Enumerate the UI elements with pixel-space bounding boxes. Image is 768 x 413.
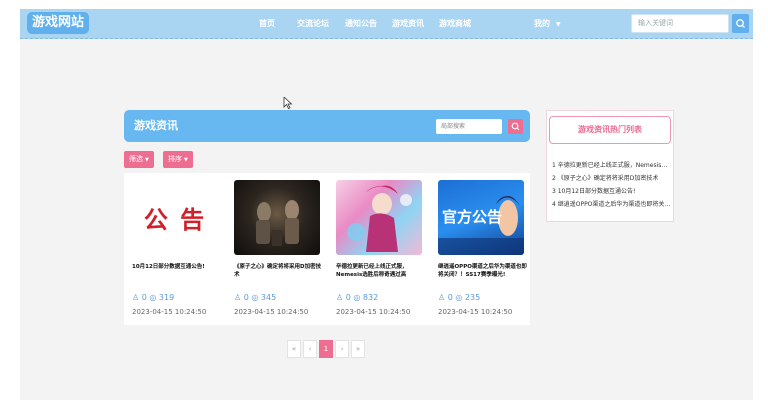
card-title[interactable]: 10月12日部分数据互通公告! bbox=[132, 263, 222, 271]
like-icon[interactable]: ♙ bbox=[438, 293, 445, 302]
search-button[interactable] bbox=[732, 14, 749, 33]
nav-mall[interactable]: 游戏商城 bbox=[439, 9, 471, 39]
like-count: 0 bbox=[243, 293, 249, 302]
news-panel-header: 游戏资讯 局部搜索 bbox=[124, 110, 530, 142]
chevron-down-icon: ▼ bbox=[184, 157, 188, 163]
news-card[interactable]: 辛德拉更新已经上线正式服，Nemesis选胜后称奇遇过高 ♙ 0 ◎ 832 2… bbox=[336, 180, 422, 320]
card-title[interactable]: 继逍遥OPPO渠道之后华为渠道也即将关闭？！SS17赛季曝光! bbox=[438, 263, 528, 279]
hot-list-item[interactable]: 1 辛德拉更新已经上线正式服，Nemesis选胜后称奇遇过高 bbox=[552, 159, 672, 172]
panel-title: 游戏资讯 bbox=[134, 119, 178, 132]
pagination: « ‹ 1 › » bbox=[287, 340, 365, 358]
local-search-input[interactable]: 局部搜索 bbox=[436, 119, 502, 134]
card-image[interactable]: 官方公告 bbox=[438, 180, 524, 255]
page-prev-button[interactable]: ‹ bbox=[303, 340, 317, 358]
view-count: 235 bbox=[464, 293, 481, 302]
search-input[interactable]: 输入关键词 bbox=[631, 14, 729, 33]
page-next-button[interactable]: › bbox=[335, 340, 349, 358]
page-first-button[interactable]: « bbox=[287, 340, 301, 358]
card-image[interactable] bbox=[336, 180, 422, 255]
card-stats: ♙ 0 ◎ 345 bbox=[234, 293, 276, 302]
nav-mine-label: 我的 bbox=[534, 19, 550, 28]
mouse-cursor-icon bbox=[283, 97, 293, 109]
page-number-button[interactable]: 1 bbox=[319, 340, 333, 358]
hot-news-panel: 游戏资讯热门列表 1 辛德拉更新已经上线正式服，Nemesis选胜后称奇遇过高 … bbox=[546, 110, 674, 222]
search-icon bbox=[511, 122, 520, 131]
hot-list: 1 辛德拉更新已经上线正式服，Nemesis选胜后称奇遇过高 2 《原子之心》确… bbox=[552, 159, 672, 211]
card-stats: ♙ 0 ◎ 235 bbox=[438, 293, 480, 302]
announcement-image-text: 公 告 bbox=[143, 205, 207, 234]
site-logo[interactable]: 游戏网站 bbox=[27, 12, 90, 34]
view-icon: ◎ bbox=[149, 293, 157, 302]
card-date: 2023-04-15 10:24:50 bbox=[336, 308, 411, 316]
news-card[interactable]: 《原子之心》确定将将采用D加密技术 ♙ 0 ◎ 345 2023-04-15 1… bbox=[234, 180, 321, 320]
view-count: 832 bbox=[362, 293, 379, 302]
view-count: 345 bbox=[260, 293, 277, 302]
like-icon[interactable]: ♙ bbox=[336, 293, 343, 302]
search-icon bbox=[736, 19, 745, 28]
news-card[interactable]: 公 告 10月12日部分数据互通公告! ♙ 0 ◎ 319 2023-04-15… bbox=[132, 180, 218, 320]
view-icon: ◎ bbox=[353, 293, 361, 302]
sort-label: 排序 bbox=[168, 155, 182, 163]
character-art-illustration bbox=[347, 185, 412, 252]
filter-label: 筛选 bbox=[129, 155, 143, 163]
chevron-down-icon: ▼ bbox=[556, 21, 561, 28]
nav-mine-dropdown[interactable]: 我的 ▼ bbox=[534, 9, 561, 39]
hot-list-item[interactable]: 2 《原子之心》确定将将采用D加密技术 bbox=[552, 172, 672, 185]
hot-list-item[interactable]: 3 10月12日部分数据互通公告! bbox=[552, 185, 672, 198]
hot-list-item[interactable]: 4 继逍遥OPPO渠道之后华为渠道也即将关闭？！SS17赛季曝光! bbox=[552, 198, 672, 211]
card-date: 2023-04-15 10:24:50 bbox=[132, 308, 207, 316]
card-title[interactable]: 辛德拉更新已经上线正式服，Nemesis选胜后称奇遇过高 bbox=[336, 263, 426, 279]
nav-home[interactable]: 首页 bbox=[259, 9, 275, 39]
news-card[interactable]: 官方公告 继逍遥OPPO渠道之后华为渠道也即将关闭？！SS17赛季曝光! ♙ 0… bbox=[438, 180, 527, 320]
like-icon[interactable]: ♙ bbox=[234, 293, 241, 302]
page-background: 游戏网站 首页 交流论坛 通知公告 游戏资讯 游戏商城 我的 ▼ 输入关键词 游戏… bbox=[20, 9, 753, 400]
page-last-button[interactable]: » bbox=[351, 340, 365, 358]
view-count: 319 bbox=[158, 293, 175, 302]
hot-list-title: 游戏资讯热门列表 bbox=[549, 116, 671, 144]
card-image[interactable]: 公 告 bbox=[132, 180, 218, 255]
nav-forum[interactable]: 交流论坛 bbox=[297, 9, 329, 39]
like-count: 0 bbox=[447, 293, 453, 302]
news-card-list: 公 告 10月12日部分数据互通公告! ♙ 0 ◎ 319 2023-04-15… bbox=[124, 173, 530, 325]
top-navbar: 游戏网站 首页 交流论坛 通知公告 游戏资讯 游戏商城 我的 ▼ 输入关键词 bbox=[20, 9, 753, 39]
local-search-button[interactable] bbox=[508, 119, 523, 134]
card-date: 2023-04-15 10:24:50 bbox=[438, 308, 513, 316]
view-icon: ◎ bbox=[455, 293, 463, 302]
filter-button[interactable]: 筛选 ▼ bbox=[124, 151, 154, 168]
chevron-down-icon: ▼ bbox=[145, 157, 149, 163]
like-icon[interactable]: ♙ bbox=[132, 293, 139, 302]
card-stats: ♙ 0 ◎ 319 bbox=[132, 293, 174, 302]
card-title[interactable]: 《原子之心》确定将将采用D加密技术 bbox=[234, 263, 324, 279]
robot-figures-illustration bbox=[256, 200, 299, 246]
official-notice-image-text: 官方公告 bbox=[442, 208, 503, 226]
view-icon: ◎ bbox=[251, 293, 259, 302]
like-count: 0 bbox=[345, 293, 351, 302]
sort-button[interactable]: 排序 ▼ bbox=[163, 151, 193, 168]
card-image[interactable] bbox=[234, 180, 320, 255]
card-stats: ♙ 0 ◎ 832 bbox=[336, 293, 378, 302]
card-date: 2023-04-15 10:24:50 bbox=[234, 308, 309, 316]
nav-news[interactable]: 游戏资讯 bbox=[392, 9, 424, 39]
like-count: 0 bbox=[141, 293, 147, 302]
nav-notice[interactable]: 通知公告 bbox=[345, 9, 377, 39]
